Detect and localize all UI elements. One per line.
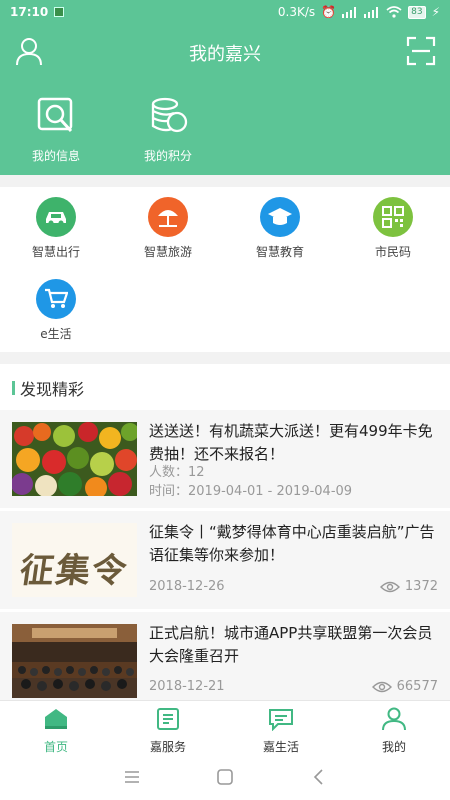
profile-search-icon [37,97,73,133]
tab-label: 首页 [43,740,68,754]
network-speed: 0.3K/s [277,5,316,19]
news-title: 征集令丨“戴梦得体育中心店重装启航”广告语征集等你来参加！ [149,523,435,564]
back-icon[interactable] [309,767,329,787]
status-bar: 17:10 0.3K/s ⏰ 83 ⚡ [0,0,450,24]
menu-icon[interactable] [122,767,142,787]
news-time: 时间：2019-04-01 - 2019-04-09 [149,484,353,499]
notification-icon [54,7,65,17]
tab-home[interactable]: 首页 [16,707,96,755]
service-label: 智慧旅游 [143,245,192,259]
section-title: 发现精彩 [12,376,84,400]
my-info-button[interactable]: 我的信息 [11,96,101,164]
wifi-icon [386,6,402,18]
section-marker [12,381,15,395]
news-date: 2018-12-21 [149,679,225,694]
my-points-button[interactable]: 我的积分 [123,96,213,164]
service-smart-travel[interactable]: 智慧出行 [6,197,106,260]
eye-icon [371,681,392,692]
slogan-thumbnail-text: 征集令 [17,551,131,591]
graduation-cap-icon [260,197,300,237]
news-date: 2018-12-26 [149,579,225,594]
news-count: 人数：12 [149,465,205,480]
document-icon [157,708,179,730]
discover-section: 发现精彩 送送送！有机蔬菜大派送！更有499年卡免费抽！还不来报名！ 人数：12… [0,364,450,710]
chat-icon [269,709,293,732]
header: 我的嘉兴 我的信息 我的积分 [0,24,450,175]
news-views: 66577 [371,679,438,694]
vegetables-thumbnail [12,422,137,496]
beach-umbrella-icon [148,197,188,237]
section-title-text: 发现精彩 [20,380,85,399]
slogan-thumbnail: 征集令 [12,523,137,597]
news-item-conference[interactable]: 正式启航！城市通APP共享联盟第一次会员大会隆重召开 2018-12-21 66… [0,612,450,710]
service-citizen-code[interactable]: 市民码 [343,197,443,260]
shopping-cart-icon [36,279,76,319]
charging-icon: ⚡ [431,5,440,19]
service-smart-education[interactable]: 智慧教育 [230,197,330,260]
views-count: 1372 [404,579,438,594]
battery-icon: 83 [408,5,426,19]
conference-thumbnail [12,624,137,698]
tab-mine[interactable]: 我的 [354,707,434,755]
service-label: 市民码 [374,245,411,259]
status-time: 17:10 [10,5,49,19]
service-smart-tourism[interactable]: 智慧旅游 [118,197,218,260]
signal-icon [342,6,357,18]
my-points-label: 我的积分 [143,149,192,163]
qr-code-icon [373,197,413,237]
system-nav-bar [0,755,450,800]
home-icon [45,709,67,729]
eye-icon [379,581,400,592]
scan-icon[interactable] [406,36,436,66]
tab-label: 嘉服务 [149,740,186,754]
tab-services[interactable]: 嘉服务 [128,707,208,755]
news-title: 正式启航！城市通APP共享联盟第一次会员大会隆重召开 [149,624,433,665]
coins-icon [151,97,188,133]
service-label: 智慧教育 [255,245,304,259]
page-title: 我的嘉兴 [189,44,261,65]
services-grid: 智慧出行 智慧旅游 智慧教育 市民码 e生活 [0,187,450,352]
person-icon [382,707,406,731]
bottom-tab-bar: 首页 嘉服务 嘉生活 我的 [0,700,450,755]
service-e-life[interactable]: e生活 [6,279,106,342]
tab-life[interactable]: 嘉生活 [241,707,321,755]
service-label: 智慧出行 [31,245,80,259]
status-right: 0.3K/s ⏰ 83 ⚡ [278,5,440,19]
news-item-vegetables[interactable]: 送送送！有机蔬菜大派送！更有499年卡免费抽！还不来报名！ 人数：12 时间：2… [0,410,450,508]
views-count: 66577 [396,679,438,694]
my-info-label: 我的信息 [31,149,80,163]
news-views: 1372 [379,579,438,594]
news-item-slogan[interactable]: 征集令 征集令丨“戴梦得体育中心店重装启航”广告语征集等你来参加！ 2018-1… [0,511,450,609]
tab-label: 我的 [381,740,406,754]
news-title: 送送送！有机蔬菜大派送！更有499年卡免费抽！还不来报名！ [149,422,433,463]
tab-label: 嘉生活 [262,740,299,754]
alarm-icon: ⏰ [321,5,337,19]
service-label: e生活 [40,327,72,341]
signal-icon-2 [364,6,379,18]
home-button-icon[interactable] [215,767,235,787]
car-icon [36,197,76,237]
